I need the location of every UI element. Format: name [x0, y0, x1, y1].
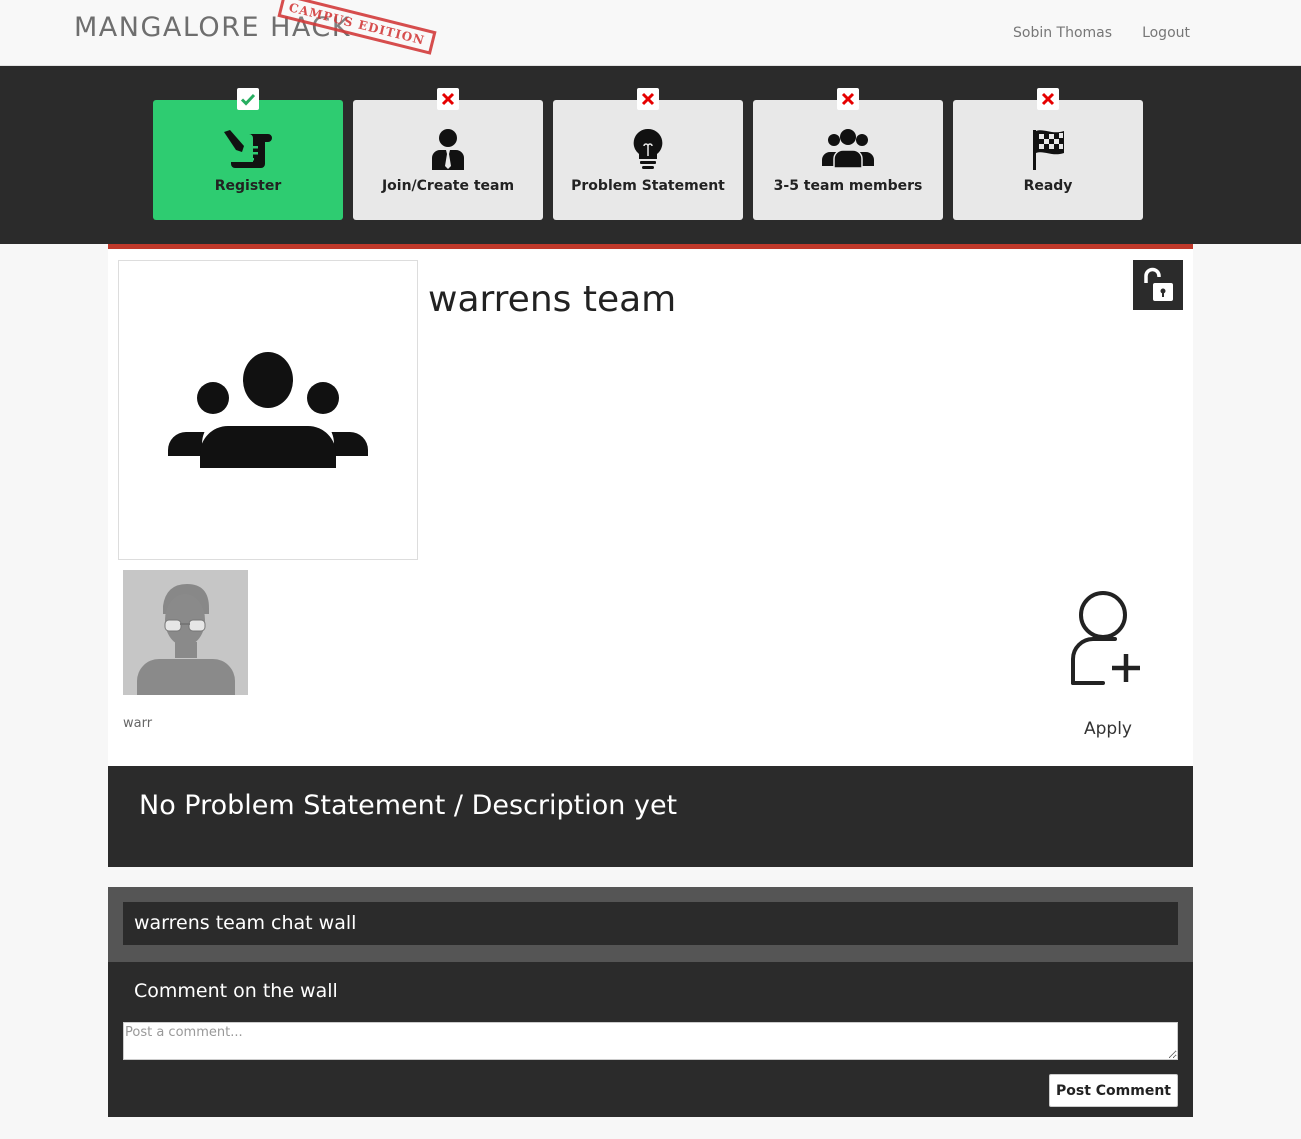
- member-avatar-placeholder: [123, 570, 248, 695]
- step-join-create-team[interactable]: Join/Create team: [353, 88, 543, 220]
- step-label: Problem Statement: [571, 178, 725, 194]
- problem-statement-panel: No Problem Statement / Description yet: [108, 766, 1193, 867]
- team-avatar: [118, 260, 418, 560]
- step-label: Register: [214, 178, 282, 194]
- comment-label: Comment on the wall: [134, 980, 338, 1002]
- person-icon: [432, 129, 464, 170]
- step-ready[interactable]: Ready: [953, 88, 1143, 220]
- chat-wall: warrens team chat wall Comment on the wa…: [108, 887, 1193, 1117]
- add-user-icon: [1071, 591, 1140, 685]
- step-pending-badge: [1037, 88, 1059, 110]
- apply-label: Apply: [1084, 719, 1132, 739]
- step-done-badge: [237, 88, 259, 110]
- step-pending-badge: [637, 88, 659, 110]
- lock-toggle-button[interactable]: [1133, 260, 1183, 310]
- team-name: warrens team: [428, 279, 677, 320]
- step-problem-statement[interactable]: Problem Statement: [553, 88, 743, 220]
- group-icon: [822, 129, 874, 169]
- top-navbar: MANGALORE HACK CAMPUS EDITION Sobin Thom…: [0, 0, 1301, 66]
- post-comment-button[interactable]: Post Comment: [1049, 1074, 1178, 1107]
- team-group-icon: [168, 350, 368, 468]
- step-pending-badge: [437, 88, 459, 110]
- member-name: warr: [123, 716, 153, 731]
- step-label: Join/Create team: [381, 178, 515, 194]
- comment-input[interactable]: [123, 1022, 1178, 1060]
- problem-statement-title: No Problem Statement / Description yet: [139, 790, 678, 821]
- step-label: 3-5 team members: [773, 178, 923, 194]
- lightbulb-icon: [633, 128, 663, 169]
- x-mark-icon: [1041, 92, 1055, 106]
- user-name-link[interactable]: Sobin Thomas: [1013, 25, 1112, 41]
- team-card: warrens team warr Apply: [108, 244, 1193, 766]
- x-mark-icon: [841, 92, 855, 106]
- progress-steps-bar: Register Join/Create team Problem Statem…: [0, 66, 1301, 244]
- team-member[interactable]: warr: [123, 570, 248, 731]
- chat-wall-header: warrens team chat wall: [108, 887, 1193, 962]
- checkered-flag-icon: [1033, 130, 1064, 170]
- step-label: Ready: [1023, 178, 1073, 194]
- check-icon: [240, 93, 256, 106]
- chat-wall-title-box: warrens team chat wall: [123, 902, 1178, 945]
- register-scroll-icon: [224, 130, 272, 168]
- x-mark-icon: [641, 92, 655, 106]
- chat-wall-title: warrens team chat wall: [134, 912, 357, 934]
- step-pending-badge: [837, 88, 859, 110]
- step-team-members[interactable]: 3-5 team members: [753, 88, 943, 220]
- x-mark-icon: [441, 92, 455, 106]
- apply-to-team-button[interactable]: Apply: [1063, 590, 1153, 739]
- nav-links: Sobin Thomas Logout: [1013, 0, 1190, 66]
- logout-link[interactable]: Logout: [1142, 25, 1190, 41]
- step-register[interactable]: Register: [153, 88, 343, 220]
- brand-logo[interactable]: MANGALORE HACK CAMPUS EDITION: [74, 0, 437, 55]
- unlock-icon: [1144, 267, 1173, 301]
